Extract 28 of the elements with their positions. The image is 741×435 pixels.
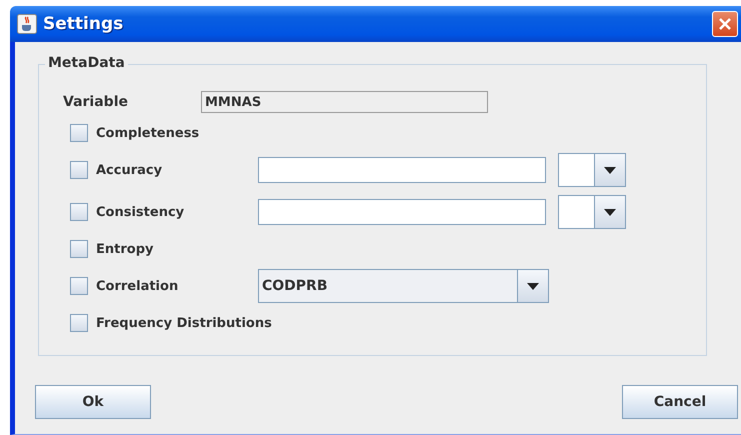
dialog-button[interactable]: Ok: [35, 385, 151, 419]
checkbox[interactable]: [70, 124, 88, 142]
checkbox[interactable]: [70, 203, 88, 221]
text-field[interactable]: [258, 157, 546, 183]
caret-down-icon: [604, 166, 616, 174]
caret-down-icon: [604, 208, 616, 216]
checkbox-label: Accuracy: [96, 162, 164, 178]
dropdown[interactable]: CODPRB: [258, 269, 549, 303]
checkbox-label: Frequency Distributions: [96, 316, 272, 330]
coffee-cup-icon: [17, 14, 37, 34]
checkbox[interactable]: [70, 314, 88, 332]
checkbox[interactable]: [70, 240, 88, 258]
variable-field[interactable]: MMNAS: [201, 91, 488, 113]
checkbox-label: Correlation: [96, 278, 180, 294]
window-title: Settings: [43, 14, 124, 34]
checkbox[interactable]: [70, 161, 88, 179]
caret-down-icon: [527, 282, 539, 290]
text-field[interactable]: [258, 199, 546, 225]
field-label: Variable: [63, 94, 129, 110]
checkbox-label: Consistency: [96, 204, 186, 220]
checkbox-label: Entropy: [96, 242, 154, 256]
dropdown[interactable]: [558, 153, 626, 187]
checkbox[interactable]: [70, 277, 88, 295]
dropdown[interactable]: [558, 195, 626, 229]
close-button[interactable]: [712, 11, 738, 37]
checkbox-label: Completeness: [96, 126, 200, 140]
dialog-button[interactable]: Cancel: [622, 385, 738, 419]
close-icon: [718, 17, 732, 31]
